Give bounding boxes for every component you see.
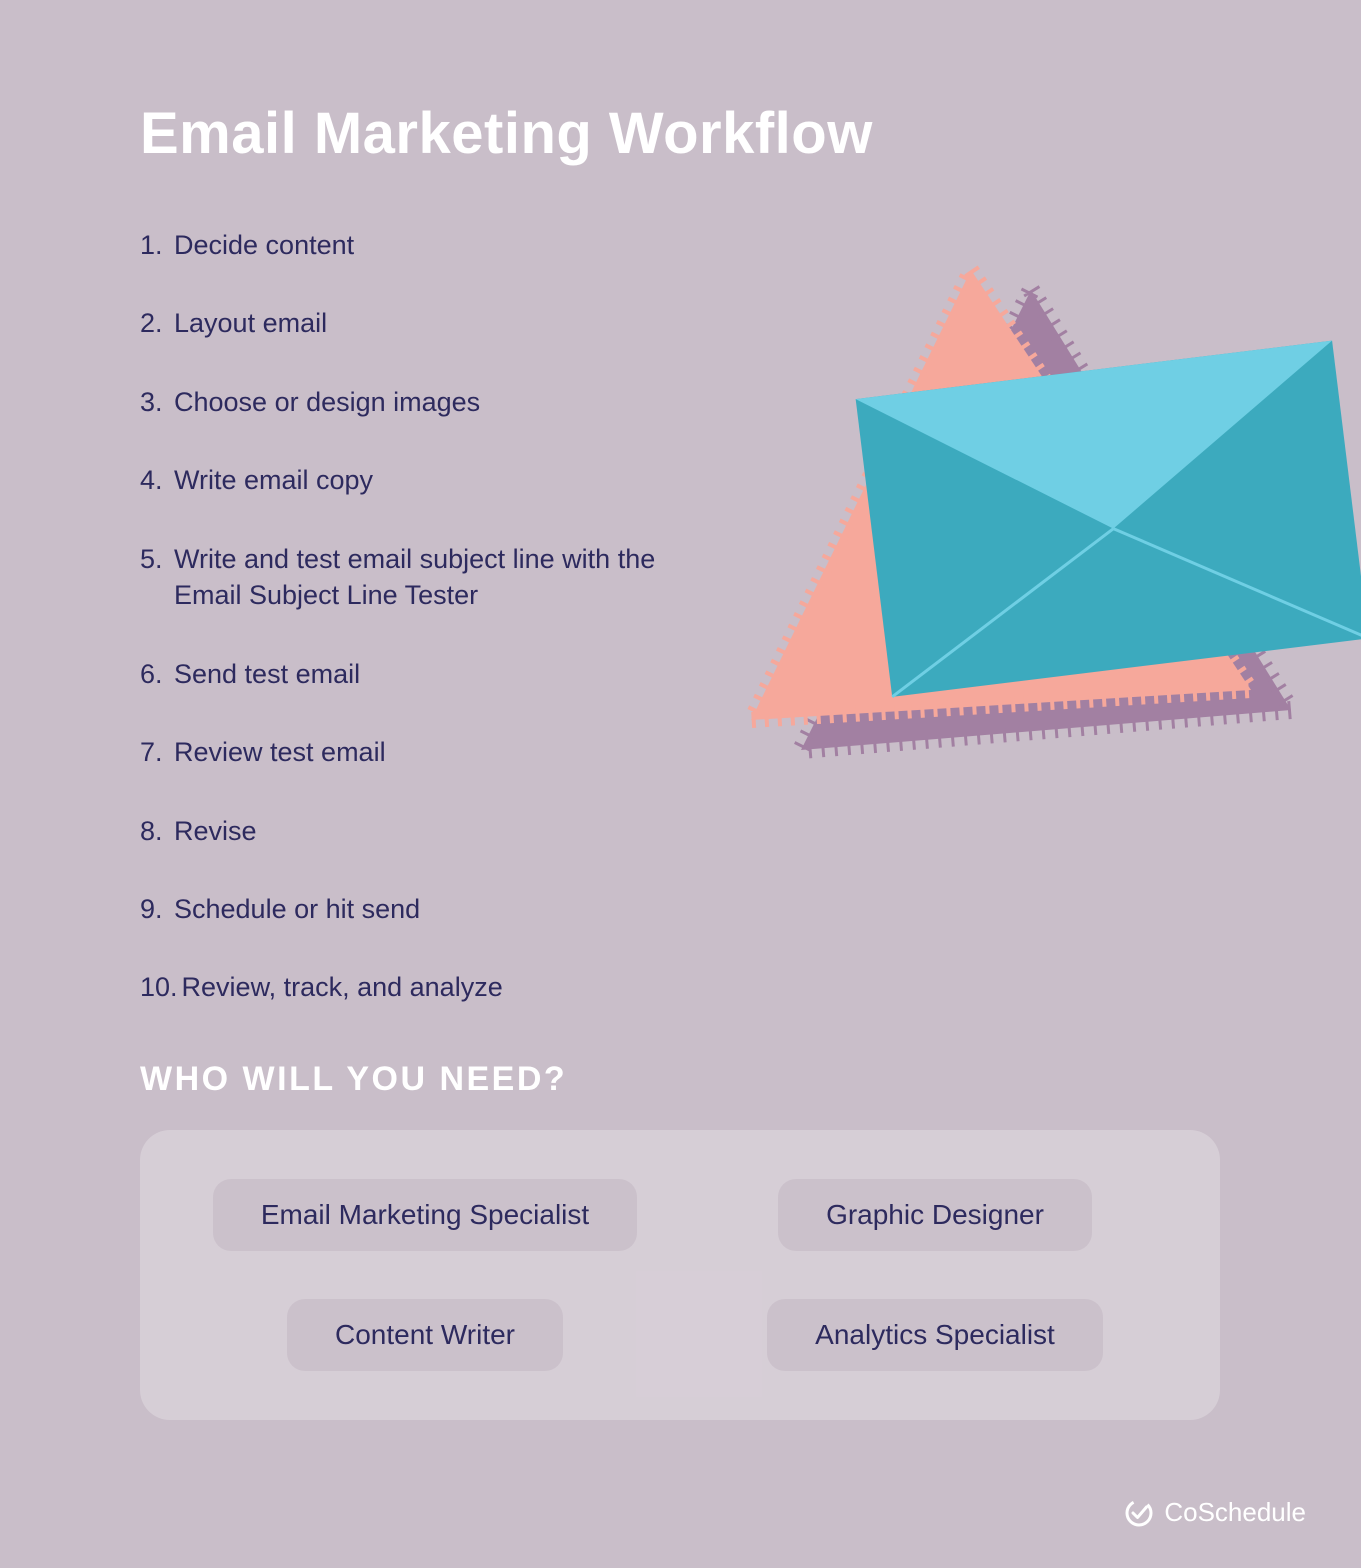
envelope-illustration	[721, 250, 1361, 850]
step-item: 8.Revise	[140, 813, 660, 849]
step-text: Schedule or hit send	[174, 891, 420, 927]
step-item: 6.Send test email	[140, 656, 660, 692]
step-item: 1.Decide content	[140, 227, 660, 263]
brand-logo: CoSchedule	[1124, 1497, 1306, 1528]
page-title: Email Marketing Workflow	[140, 100, 1221, 167]
step-item: 9.Schedule or hit send	[140, 891, 660, 927]
roles-panel: Email Marketing Specialist Graphic Desig…	[140, 1130, 1220, 1420]
step-text: Review test email	[174, 734, 386, 770]
step-text: Revise	[174, 813, 257, 849]
step-text: Write email copy	[174, 462, 373, 498]
step-text: Write and test email subject line with t…	[174, 541, 660, 614]
coschedule-check-icon	[1124, 1498, 1154, 1528]
brand-name: CoSchedule	[1164, 1497, 1306, 1528]
step-item: 3.Choose or design images	[140, 384, 660, 420]
step-item: 2.Layout email	[140, 305, 660, 341]
role-chip: Email Marketing Specialist	[213, 1179, 637, 1251]
step-text: Send test email	[174, 656, 360, 692]
role-chip: Analytics Specialist	[767, 1299, 1103, 1371]
step-item: 4.Write email copy	[140, 462, 660, 498]
step-item: 7.Review test email	[140, 734, 660, 770]
step-text: Decide content	[174, 227, 354, 263]
who-heading: WHO WILL YOU NEED?	[140, 1060, 567, 1099]
step-item: 5.Write and test email subject line with…	[140, 541, 660, 614]
role-chip: Content Writer	[287, 1299, 563, 1371]
step-text: Choose or design images	[174, 384, 480, 420]
step-text: Layout email	[174, 305, 327, 341]
step-item: 10.Review, track, and analyze	[140, 969, 660, 1005]
workflow-steps-list: 1.Decide content 2.Layout email 3.Choose…	[140, 227, 660, 1006]
step-text: Review, track, and analyze	[182, 969, 503, 1005]
role-chip: Graphic Designer	[778, 1179, 1092, 1251]
